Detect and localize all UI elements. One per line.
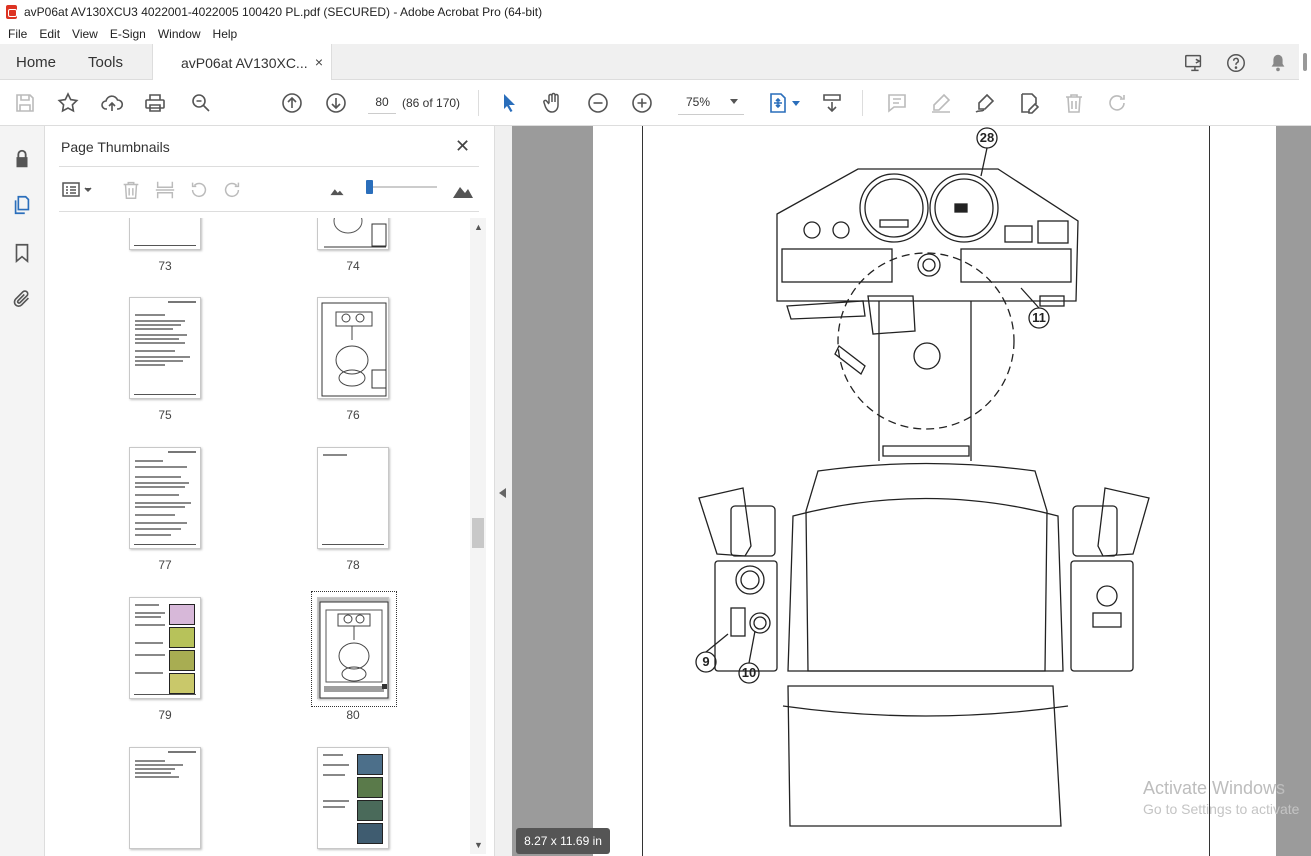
help-icon[interactable] bbox=[1225, 52, 1247, 74]
rotate-left-icon[interactable] bbox=[188, 179, 210, 201]
comment-icon[interactable] bbox=[885, 91, 909, 115]
zoom-search-icon[interactable] bbox=[189, 91, 213, 115]
chevron-down-icon bbox=[730, 99, 738, 104]
slider-handle[interactable] bbox=[366, 180, 373, 194]
callout-label: 11 bbox=[1032, 310, 1046, 325]
close-panel-icon[interactable]: ✕ bbox=[455, 136, 470, 157]
dashboard-diagram bbox=[695, 127, 1150, 827]
tab-bar: Home Tools avP06at AV130XC... × bbox=[0, 44, 1311, 81]
large-mountain-icon bbox=[451, 179, 473, 201]
zoom-in-icon[interactable] bbox=[630, 91, 654, 115]
page-number-input[interactable] bbox=[368, 90, 396, 114]
print-icon[interactable] bbox=[143, 91, 167, 115]
thumbnail-page-77[interactable] bbox=[129, 447, 201, 549]
close-tab-icon[interactable]: × bbox=[315, 54, 323, 70]
callout-label: 10 bbox=[741, 665, 757, 680]
page-thumbnails-panel: Page Thumbnails ✕ 73 74 75 76 77 78 79 8… bbox=[45, 126, 494, 856]
menu-file[interactable]: File bbox=[8, 27, 27, 41]
notifications-bell-icon[interactable] bbox=[1267, 52, 1289, 74]
panel-title: Page Thumbnails bbox=[61, 139, 170, 155]
callout-label: 28 bbox=[979, 130, 995, 145]
window-title: avP06at AV130XCU3 4022001-4022005 100420… bbox=[24, 5, 543, 19]
main-toolbar bbox=[0, 80, 1311, 126]
attachment-paperclip-icon[interactable] bbox=[11, 288, 33, 310]
tab-tools[interactable]: Tools bbox=[88, 44, 123, 80]
pdf-page: 28 11 9 10 bbox=[593, 126, 1276, 856]
tab-document[interactable]: avP06at AV130XC... × bbox=[152, 44, 332, 81]
thumbnail-size-slider[interactable] bbox=[367, 186, 437, 188]
left-rail bbox=[0, 126, 45, 856]
share-screen-icon[interactable] bbox=[1183, 52, 1205, 74]
thumbnail-label: 80 bbox=[346, 708, 360, 722]
delete-pages-icon[interactable] bbox=[120, 179, 142, 201]
menu-help[interactable]: Help bbox=[213, 27, 238, 41]
lock-icon[interactable] bbox=[11, 148, 33, 170]
thumbnail-page-80[interactable] bbox=[317, 597, 389, 699]
thumbnail-page-75[interactable] bbox=[129, 297, 201, 399]
tab-home[interactable]: Home bbox=[16, 44, 56, 80]
edit-pdf-icon[interactable] bbox=[1017, 91, 1041, 115]
extract-pages-icon[interactable] bbox=[154, 179, 176, 201]
scroll-down-arrow[interactable]: ▼ bbox=[474, 840, 483, 850]
title-bar: avP06at AV130XCU3 4022001-4022005 100420… bbox=[0, 0, 1311, 24]
tab-document-label: avP06at AV130XC... bbox=[181, 54, 308, 71]
thumbnail-page-76[interactable] bbox=[317, 297, 389, 399]
fit-page-icon[interactable] bbox=[766, 91, 790, 115]
zoom-level-value: 75% bbox=[686, 95, 711, 109]
thumbnail-list: 73 74 75 76 77 78 79 80 bbox=[55, 218, 470, 854]
highlight-pen-icon[interactable] bbox=[929, 91, 953, 115]
thumbnail-page-73[interactable] bbox=[129, 218, 201, 250]
thumbnail-label: 76 bbox=[346, 408, 360, 422]
menu-edit[interactable]: Edit bbox=[39, 27, 60, 41]
previous-page-icon[interactable] bbox=[280, 91, 304, 115]
chevron-left-icon bbox=[499, 488, 506, 498]
collapse-panel-handle[interactable] bbox=[494, 126, 512, 856]
scroll-mode-icon[interactable] bbox=[820, 91, 844, 115]
thumbnail-page-79[interactable] bbox=[129, 597, 201, 699]
hand-tool-icon[interactable] bbox=[541, 91, 565, 115]
menu-window[interactable]: Window bbox=[158, 27, 201, 41]
thumbnail-scrollbar[interactable]: ▲ ▼ bbox=[470, 218, 486, 854]
thumbnail-label: 73 bbox=[158, 259, 172, 273]
thumbnail-label: 74 bbox=[346, 259, 360, 273]
small-mountain-icon bbox=[329, 182, 351, 204]
pdf-file-icon bbox=[6, 5, 17, 19]
zoom-level-select[interactable]: 75% bbox=[678, 90, 744, 115]
document-viewer[interactable]: 28 11 9 10 bbox=[512, 126, 1311, 856]
callout-label: 9 bbox=[702, 654, 710, 669]
scrollbar-thumb[interactable] bbox=[472, 518, 484, 548]
select-cursor-icon[interactable] bbox=[497, 91, 521, 115]
menu-bar: File Edit View E-Sign Window Help bbox=[0, 24, 1311, 44]
page-size-indicator: 8.27 x 11.69 in bbox=[516, 828, 610, 854]
window-scroll-handle[interactable] bbox=[1299, 44, 1311, 80]
activation-watermark-title: Activate Windows bbox=[1143, 778, 1286, 798]
thumbnail-label: 79 bbox=[158, 708, 172, 722]
thumbnail-label: 78 bbox=[346, 558, 360, 572]
menu-esign[interactable]: E-Sign bbox=[110, 27, 146, 41]
bookmark-icon[interactable] bbox=[11, 242, 33, 264]
thumbnail-page-82[interactable] bbox=[317, 747, 389, 849]
page-thumbnails-icon[interactable] bbox=[11, 194, 33, 216]
thumbnail-page-78[interactable] bbox=[317, 447, 389, 549]
activation-watermark-subtitle: Go to Settings to activate bbox=[1143, 801, 1300, 817]
draw-sign-icon[interactable] bbox=[973, 91, 997, 115]
thumbnail-page-81[interactable] bbox=[129, 747, 201, 849]
scroll-up-arrow[interactable]: ▲ bbox=[474, 222, 483, 232]
upload-cloud-icon[interactable] bbox=[100, 91, 124, 115]
delete-trash-icon[interactable] bbox=[1062, 91, 1086, 115]
rotate-redo-icon[interactable] bbox=[1105, 91, 1129, 115]
rotate-right-icon[interactable] bbox=[221, 179, 243, 201]
thumbnail-label: 75 bbox=[158, 408, 172, 422]
options-menu-icon[interactable] bbox=[61, 179, 95, 201]
save-icon[interactable] bbox=[13, 91, 37, 115]
menu-view[interactable]: View bbox=[72, 27, 98, 41]
next-page-icon[interactable] bbox=[324, 91, 348, 115]
page-count-label: (86 of 170) bbox=[402, 96, 461, 110]
bookmark-star-icon[interactable] bbox=[56, 91, 80, 115]
thumbnail-page-74[interactable] bbox=[317, 218, 389, 250]
thumbnail-label: 77 bbox=[158, 558, 172, 572]
zoom-out-icon[interactable] bbox=[586, 91, 610, 115]
